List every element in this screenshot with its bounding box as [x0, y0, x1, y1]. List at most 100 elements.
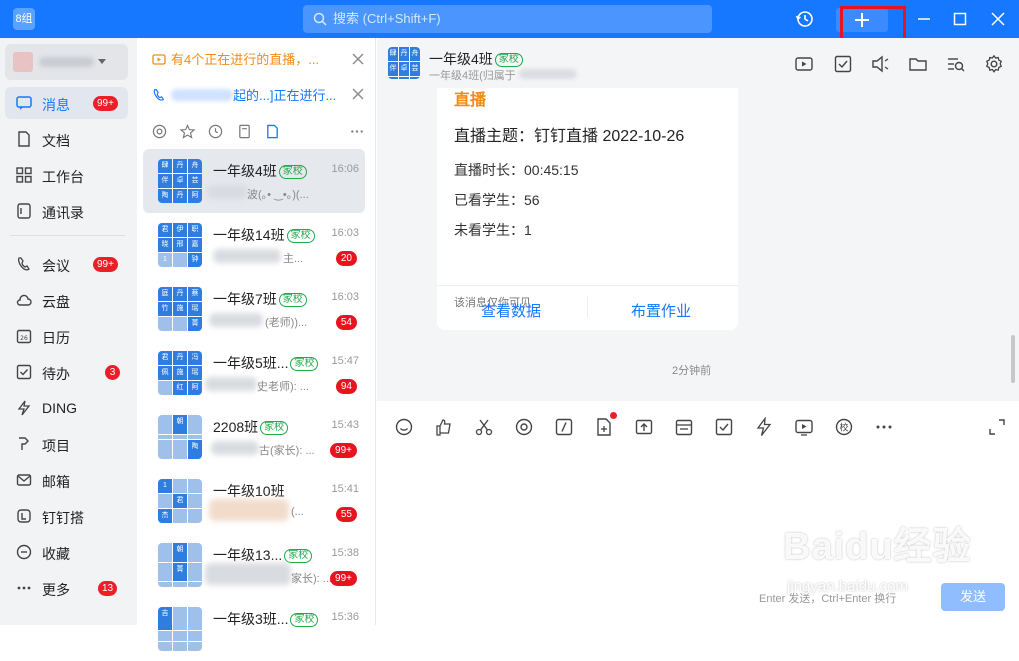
- todo-icon[interactable]: [714, 417, 734, 437]
- sidebar-item-messages[interactable]: 消息 99+: [5, 87, 128, 119]
- list-item[interactable]: 君丹冯佩施瑶红阿 一年级5班... 家校 15:47 史老师): ... 94: [143, 341, 365, 405]
- chat-preview: 主...: [283, 253, 304, 265]
- plus-icon: [855, 13, 869, 27]
- group-avatar: 君伊职晓邢嘉1钟: [158, 223, 202, 267]
- contacts-icon: [17, 203, 31, 219]
- unread-badge: 20: [335, 251, 357, 266]
- folder-icon[interactable]: [908, 54, 928, 74]
- message-icon: [16, 96, 32, 110]
- watermark-url: jingyan.baidu.com: [787, 578, 908, 595]
- tag-badge: 家校: [284, 549, 313, 563]
- title-bar: 8组 搜索 (Ctrl+Shift+F): [0, 0, 1019, 38]
- scissors-icon[interactable]: [474, 417, 494, 437]
- sidebar-item-mail[interactable]: 邮箱: [5, 464, 128, 496]
- sidebar-item-contacts[interactable]: 通讯录: [5, 195, 128, 227]
- list-item[interactable]: 肆丹舟伴卓芸陶丹阿 一年级4班 家校 16:06 波(｡• ‿•｡)(...: [143, 149, 365, 213]
- chat-time: 15:38: [331, 547, 359, 559]
- emoji-icon[interactable]: [394, 417, 414, 437]
- close-notice-icon[interactable]: [350, 86, 366, 102]
- message-timestamp: 2分钟前: [672, 365, 712, 377]
- chat-title: 一年级4班: [429, 51, 493, 67]
- call-notice[interactable]: 起的...]正在进行...: [152, 85, 336, 104]
- list-item[interactable]: 庭丹蔡竹施瑶菁 一年级7班 家校 16:03 (老师))... 54: [143, 277, 365, 341]
- sender-redacted: [211, 441, 259, 455]
- search-input[interactable]: 搜索 (Ctrl+Shift+F): [303, 5, 712, 33]
- sidebar-item-meeting[interactable]: 会议 99+: [5, 248, 128, 280]
- ding-icon[interactable]: [754, 417, 774, 437]
- phone-icon: [153, 89, 165, 101]
- meeting-badge: 99+: [93, 257, 118, 272]
- mention-icon[interactable]: [152, 124, 167, 139]
- sidebar-item-docs[interactable]: 文档: [5, 123, 128, 155]
- more-icon[interactable]: [874, 417, 894, 437]
- chat-name: 一年级10班: [213, 483, 285, 499]
- chat-time: 15:36: [331, 611, 359, 623]
- list-item[interactable]: 朝菁 一年级13... 家校 15:38 家长): ... 99+: [143, 533, 365, 597]
- message-input-area[interactable]: 校 Enter 发送，Ctrl+Enter 换行 发送: [377, 401, 1019, 625]
- close-notice-icon[interactable]: [350, 51, 366, 67]
- history-icon[interactable]: [795, 9, 815, 29]
- card-watched: 已看学生：56: [454, 192, 540, 208]
- tag-badge: 家校: [286, 229, 315, 243]
- close-icon[interactable]: [988, 9, 1008, 29]
- unread-badge: 54: [335, 315, 357, 330]
- live-notice[interactable]: 有4个正在进行的直播，...: [152, 49, 319, 68]
- chat-name: 一年级13...: [213, 547, 283, 563]
- file-icon[interactable]: [265, 124, 280, 139]
- speaker-icon[interactable]: [870, 54, 890, 74]
- unread-badge: 94: [335, 379, 357, 394]
- bookmark-icon[interactable]: [237, 124, 252, 139]
- sidebar-item-ding[interactable]: DING: [5, 392, 128, 424]
- chat-preview: 家长): ...: [291, 573, 332, 585]
- chat-preview: 古(家长): ...: [259, 445, 315, 457]
- settings-icon[interactable]: [984, 54, 1004, 74]
- list-item[interactable]: 朝陶 2208班 家校 15:43 古(家长): ... 99+: [143, 405, 365, 469]
- live-icon[interactable]: [794, 417, 814, 437]
- group-avatar: 1君杰: [158, 479, 202, 523]
- live-icon[interactable]: [794, 54, 814, 74]
- school-icon[interactable]: 校: [834, 417, 854, 437]
- slash-command-icon[interactable]: [554, 417, 574, 437]
- mention-icon[interactable]: [514, 417, 534, 437]
- add-button[interactable]: [836, 8, 888, 32]
- more-icon[interactable]: [349, 124, 365, 139]
- sidebar-item-workbench[interactable]: 工作台: [5, 159, 128, 191]
- todo-icon[interactable]: [833, 54, 853, 74]
- user-name-redacted: [39, 57, 94, 67]
- minimize-icon[interactable]: [914, 9, 934, 29]
- list-item[interactable]: 君伊职晓邢嘉1钟 一年级14班 家校 16:03 主... 20: [143, 213, 365, 277]
- sidebar-item-calendar[interactable]: 26 日历: [5, 320, 128, 352]
- send-button[interactable]: 发送: [941, 583, 1005, 611]
- upload-icon[interactable]: [634, 417, 654, 437]
- like-icon[interactable]: [434, 417, 454, 437]
- add-doc-icon[interactable]: [594, 417, 614, 437]
- calendar-icon[interactable]: [674, 417, 694, 437]
- sidebar-item-builder[interactable]: 钉钉搭: [5, 500, 128, 532]
- chat-time: 15:43: [331, 419, 359, 431]
- user-switcher[interactable]: [5, 44, 128, 80]
- view-data-button[interactable]: 查看数据: [481, 300, 541, 321]
- chat-name: 一年级5班...: [213, 355, 289, 371]
- sidebar-item-more[interactable]: 更多 13: [5, 572, 128, 604]
- sidebar-item-favorites[interactable]: 收藏: [5, 536, 128, 568]
- search-messages-icon[interactable]: [946, 54, 966, 74]
- sidebar-item-cloud[interactable]: 云盘: [5, 284, 128, 316]
- expand-icon[interactable]: [987, 417, 1007, 437]
- chat-scrollbar[interactable]: [1011, 335, 1015, 383]
- star-icon[interactable]: [180, 124, 195, 139]
- chat-name: 2208班: [213, 419, 259, 435]
- assign-homework-button[interactable]: 布置作业: [631, 300, 691, 321]
- sidebar-item-todo[interactable]: 待办 3: [5, 356, 128, 388]
- document-icon: [18, 131, 30, 147]
- list-item[interactable]: 1君杰 一年级10班 15:41 (... 55: [143, 469, 365, 533]
- list-item[interactable]: 吉 一年级3班... 家校 15:36: [143, 597, 365, 661]
- project-icon: [19, 437, 29, 450]
- tag-badge: 家校: [494, 53, 523, 67]
- maximize-icon[interactable]: [950, 9, 970, 29]
- builder-icon: [17, 509, 31, 523]
- sidebar-item-project[interactable]: 项目: [5, 428, 128, 460]
- clock-icon[interactable]: [208, 124, 223, 139]
- group-avatar: 吉: [158, 607, 202, 651]
- group-avatar: 朝陶: [158, 415, 202, 459]
- chat-time: 16:06: [331, 163, 359, 175]
